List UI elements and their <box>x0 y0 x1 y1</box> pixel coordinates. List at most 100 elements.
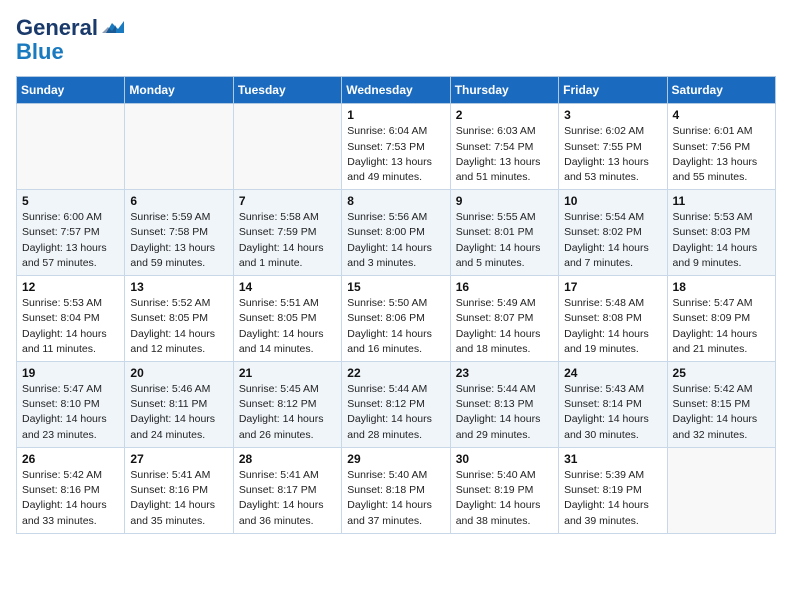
calendar-cell: 19 Sunrise: 5:47 AM Sunset: 8:10 PM Dayli… <box>17 362 125 448</box>
day-header-saturday: Saturday <box>667 77 775 104</box>
calendar-cell: 30 Sunrise: 5:40 AM Sunset: 8:19 PM Dayli… <box>450 447 558 533</box>
calendar-header-row: SundayMondayTuesdayWednesdayThursdayFrid… <box>17 77 776 104</box>
calendar-cell <box>17 104 125 190</box>
day-number: 24 <box>564 366 661 380</box>
calendar-cell: 8 Sunrise: 5:56 AM Sunset: 8:00 PM Daylig… <box>342 190 450 276</box>
day-number: 23 <box>456 366 553 380</box>
calendar-cell <box>667 447 775 533</box>
day-info: Sunrise: 5:48 AM Sunset: 8:08 PM Dayligh… <box>564 296 661 357</box>
calendar-week-5: 26 Sunrise: 5:42 AM Sunset: 8:16 PM Dayli… <box>17 447 776 533</box>
calendar-week-4: 19 Sunrise: 5:47 AM Sunset: 8:10 PM Dayli… <box>17 362 776 448</box>
calendar-cell: 7 Sunrise: 5:58 AM Sunset: 7:59 PM Daylig… <box>233 190 341 276</box>
day-number: 30 <box>456 452 553 466</box>
day-number: 18 <box>673 280 770 294</box>
day-number: 8 <box>347 194 444 208</box>
day-number: 4 <box>673 108 770 122</box>
calendar-cell: 20 Sunrise: 5:46 AM Sunset: 8:11 PM Dayli… <box>125 362 233 448</box>
calendar-cell: 18 Sunrise: 5:47 AM Sunset: 8:09 PM Dayli… <box>667 276 775 362</box>
calendar-cell: 23Sunrise: 5:44 AM Sunset: 8:13 PM Dayli… <box>450 362 558 448</box>
day-info: Sunrise: 5:40 AM Sunset: 8:19 PM Dayligh… <box>456 468 553 529</box>
day-info: Sunrise: 5:39 AM Sunset: 8:19 PM Dayligh… <box>564 468 661 529</box>
day-info: Sunrise: 5:44 AM Sunset: 8:12 PM Dayligh… <box>347 382 444 443</box>
day-number: 7 <box>239 194 336 208</box>
day-number: 31 <box>564 452 661 466</box>
day-number: 26 <box>22 452 119 466</box>
day-number: 21 <box>239 366 336 380</box>
calendar-cell: 4 Sunrise: 6:01 AM Sunset: 7:56 PM Daylig… <box>667 104 775 190</box>
logo-general: General <box>16 16 98 40</box>
day-number: 1 <box>347 108 444 122</box>
day-number: 13 <box>130 280 227 294</box>
day-header-wednesday: Wednesday <box>342 77 450 104</box>
calendar-cell: 31 Sunrise: 5:39 AM Sunset: 8:19 PM Dayli… <box>559 447 667 533</box>
day-info: Sunrise: 6:02 AM Sunset: 7:55 PM Dayligh… <box>564 124 661 185</box>
calendar-cell: 2 Sunrise: 6:03 AM Sunset: 7:54 PM Daylig… <box>450 104 558 190</box>
calendar-cell: 21 Sunrise: 5:45 AM Sunset: 8:12 PM Dayli… <box>233 362 341 448</box>
calendar-cell <box>125 104 233 190</box>
logo-bird-icon <box>102 19 124 37</box>
day-info: Sunrise: 5:56 AM Sunset: 8:00 PM Dayligh… <box>347 210 444 271</box>
day-info: Sunrise: 5:42 AM Sunset: 8:15 PM Dayligh… <box>673 382 770 443</box>
logo: General Blue <box>16 16 124 64</box>
day-info: Sunrise: 5:51 AM Sunset: 8:05 PM Dayligh… <box>239 296 336 357</box>
calendar-cell: 26 Sunrise: 5:42 AM Sunset: 8:16 PM Dayli… <box>17 447 125 533</box>
calendar-cell: 1Sunrise: 6:04 AM Sunset: 7:53 PM Daylig… <box>342 104 450 190</box>
calendar-cell: 28Sunrise: 5:41 AM Sunset: 8:17 PM Dayli… <box>233 447 341 533</box>
day-info: Sunrise: 5:46 AM Sunset: 8:11 PM Dayligh… <box>130 382 227 443</box>
calendar-week-2: 5 Sunrise: 6:00 AM Sunset: 7:57 PM Daylig… <box>17 190 776 276</box>
day-header-tuesday: Tuesday <box>233 77 341 104</box>
day-info: Sunrise: 5:40 AM Sunset: 8:18 PM Dayligh… <box>347 468 444 529</box>
calendar-cell: 14Sunrise: 5:51 AM Sunset: 8:05 PM Dayli… <box>233 276 341 362</box>
day-number: 17 <box>564 280 661 294</box>
day-number: 25 <box>673 366 770 380</box>
day-info: Sunrise: 6:01 AM Sunset: 7:56 PM Dayligh… <box>673 124 770 185</box>
calendar-cell: 27Sunrise: 5:41 AM Sunset: 8:16 PM Dayli… <box>125 447 233 533</box>
calendar-week-1: 1Sunrise: 6:04 AM Sunset: 7:53 PM Daylig… <box>17 104 776 190</box>
day-info: Sunrise: 5:47 AM Sunset: 8:09 PM Dayligh… <box>673 296 770 357</box>
calendar-cell: 29 Sunrise: 5:40 AM Sunset: 8:18 PM Dayli… <box>342 447 450 533</box>
day-info: Sunrise: 5:53 AM Sunset: 8:04 PM Dayligh… <box>22 296 119 357</box>
calendar-cell: 17 Sunrise: 5:48 AM Sunset: 8:08 PM Dayli… <box>559 276 667 362</box>
day-info: Sunrise: 5:41 AM Sunset: 8:17 PM Dayligh… <box>239 468 336 529</box>
day-header-monday: Monday <box>125 77 233 104</box>
day-number: 29 <box>347 452 444 466</box>
calendar-cell: 22 Sunrise: 5:44 AM Sunset: 8:12 PM Dayli… <box>342 362 450 448</box>
calendar-cell: 6Sunrise: 5:59 AM Sunset: 7:58 PM Daylig… <box>125 190 233 276</box>
calendar-cell: 13 Sunrise: 5:52 AM Sunset: 8:05 PM Dayli… <box>125 276 233 362</box>
day-number: 15 <box>347 280 444 294</box>
day-number: 2 <box>456 108 553 122</box>
day-info: Sunrise: 5:47 AM Sunset: 8:10 PM Dayligh… <box>22 382 119 443</box>
page-header: General Blue <box>16 16 776 64</box>
day-info: Sunrise: 5:43 AM Sunset: 8:14 PM Dayligh… <box>564 382 661 443</box>
day-info: Sunrise: 5:54 AM Sunset: 8:02 PM Dayligh… <box>564 210 661 271</box>
day-info: Sunrise: 5:50 AM Sunset: 8:06 PM Dayligh… <box>347 296 444 357</box>
day-number: 20 <box>130 366 227 380</box>
day-header-thursday: Thursday <box>450 77 558 104</box>
day-number: 5 <box>22 194 119 208</box>
day-info: Sunrise: 6:03 AM Sunset: 7:54 PM Dayligh… <box>456 124 553 185</box>
day-number: 10 <box>564 194 661 208</box>
day-number: 3 <box>564 108 661 122</box>
calendar-cell: 10 Sunrise: 5:54 AM Sunset: 8:02 PM Dayli… <box>559 190 667 276</box>
day-header-sunday: Sunday <box>17 77 125 104</box>
calendar-table: SundayMondayTuesdayWednesdayThursdayFrid… <box>16 76 776 533</box>
day-info: Sunrise: 5:58 AM Sunset: 7:59 PM Dayligh… <box>239 210 336 271</box>
day-info: Sunrise: 5:45 AM Sunset: 8:12 PM Dayligh… <box>239 382 336 443</box>
day-number: 22 <box>347 366 444 380</box>
day-info: Sunrise: 5:52 AM Sunset: 8:05 PM Dayligh… <box>130 296 227 357</box>
calendar-cell: 5 Sunrise: 6:00 AM Sunset: 7:57 PM Daylig… <box>17 190 125 276</box>
day-info: Sunrise: 5:59 AM Sunset: 7:58 PM Dayligh… <box>130 210 227 271</box>
calendar-cell: 25 Sunrise: 5:42 AM Sunset: 8:15 PM Dayli… <box>667 362 775 448</box>
calendar-cell: 15 Sunrise: 5:50 AM Sunset: 8:06 PM Dayli… <box>342 276 450 362</box>
calendar-week-3: 12 Sunrise: 5:53 AM Sunset: 8:04 PM Dayli… <box>17 276 776 362</box>
day-number: 19 <box>22 366 119 380</box>
day-number: 11 <box>673 194 770 208</box>
calendar-cell: 12 Sunrise: 5:53 AM Sunset: 8:04 PM Dayli… <box>17 276 125 362</box>
day-number: 16 <box>456 280 553 294</box>
calendar-cell: 24 Sunrise: 5:43 AM Sunset: 8:14 PM Dayli… <box>559 362 667 448</box>
day-number: 12 <box>22 280 119 294</box>
calendar-cell: 16Sunrise: 5:49 AM Sunset: 8:07 PM Dayli… <box>450 276 558 362</box>
day-info: Sunrise: 5:42 AM Sunset: 8:16 PM Dayligh… <box>22 468 119 529</box>
day-info: Sunrise: 6:00 AM Sunset: 7:57 PM Dayligh… <box>22 210 119 271</box>
day-info: Sunrise: 5:55 AM Sunset: 8:01 PM Dayligh… <box>456 210 553 271</box>
